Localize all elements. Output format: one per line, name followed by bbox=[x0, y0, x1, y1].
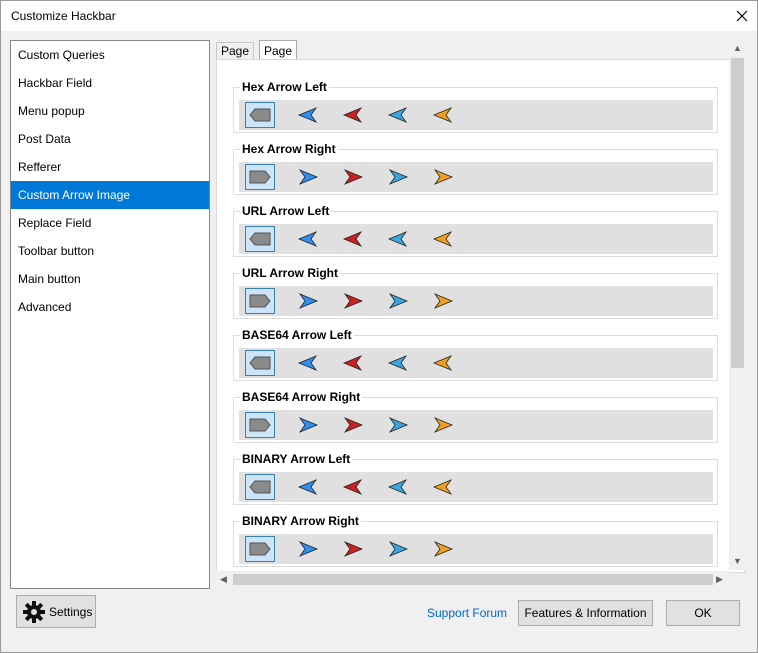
blue-arrow-left-option[interactable] bbox=[294, 103, 322, 127]
cyan-arrow-left-option[interactable] bbox=[384, 351, 412, 375]
sidebar-item-hackbar-field[interactable]: Hackbar Field bbox=[11, 69, 209, 97]
cyan-arrow-right-option[interactable] bbox=[384, 413, 412, 437]
gray-hex-arrow-right-option[interactable] bbox=[245, 164, 275, 190]
cyan-arrow-left-option[interactable] bbox=[384, 103, 412, 127]
gray-hex-arrow-right-option[interactable] bbox=[245, 288, 275, 314]
arrow-option-strip bbox=[239, 410, 713, 440]
blue-arrow-left-option[interactable] bbox=[294, 475, 322, 499]
arrow-image-panel: Hex Arrow Left Hex Arrow Right URL Arrow L… bbox=[216, 59, 745, 573]
arrow-group-url-arrow-right: URL Arrow Right bbox=[233, 266, 718, 319]
orange-arrow-left-option[interactable] bbox=[429, 351, 457, 375]
arrow-group-url-arrow-left: URL Arrow Left bbox=[233, 204, 718, 257]
vertical-scroll-thumb[interactable] bbox=[731, 58, 744, 368]
cyan-arrow-left-option[interactable] bbox=[384, 475, 412, 499]
red-arrow-left-option[interactable] bbox=[339, 227, 367, 251]
tab-page-2[interactable]: Page 2 bbox=[259, 40, 298, 78]
orange-arrow-left-option[interactable] bbox=[429, 227, 457, 251]
blue-arrow-left-option[interactable] bbox=[294, 227, 322, 251]
scroll-left-icon[interactable]: ◀ bbox=[220, 574, 227, 585]
support-forum-link[interactable]: Support Forum bbox=[427, 606, 507, 620]
gray-hex-arrow-right-option[interactable] bbox=[245, 536, 275, 562]
orange-arrow-left-option[interactable] bbox=[429, 103, 457, 127]
gray-hex-arrow-right-option[interactable] bbox=[245, 412, 275, 438]
orange-arrow-right-option[interactable] bbox=[429, 289, 457, 313]
close-icon bbox=[736, 10, 748, 22]
group-label: Hex Arrow Left bbox=[240, 80, 329, 94]
arrow-option-strip bbox=[239, 100, 713, 130]
blue-arrow-right-option[interactable] bbox=[294, 289, 322, 313]
red-arrow-left-option[interactable] bbox=[339, 351, 367, 375]
red-arrow-right-option[interactable] bbox=[339, 537, 367, 561]
arrow-option-strip bbox=[239, 162, 713, 192]
ok-button[interactable]: OK bbox=[666, 600, 740, 626]
sidebar-item-replace-field[interactable]: Replace Field bbox=[11, 209, 209, 237]
red-arrow-right-option[interactable] bbox=[339, 289, 367, 313]
sidebar-item-advanced[interactable]: Advanced bbox=[11, 293, 209, 321]
sidebar-item-refferer[interactable]: Refferer bbox=[11, 153, 209, 181]
group-label: BINARY Arrow Right bbox=[240, 514, 361, 528]
orange-arrow-left-option[interactable] bbox=[429, 475, 457, 499]
gray-hex-arrow-left-option[interactable] bbox=[245, 226, 275, 252]
gray-hex-arrow-left-option[interactable] bbox=[245, 474, 275, 500]
sidebar-item-custom-queries[interactable]: Custom Queries bbox=[11, 41, 209, 69]
sidebar-item-custom-arrow-image[interactable]: Custom Arrow Image bbox=[11, 181, 209, 209]
group-label: BASE64 Arrow Right bbox=[240, 390, 363, 404]
arrow-group-hex-arrow-left: Hex Arrow Left bbox=[233, 80, 718, 133]
arrow-option-strip bbox=[239, 224, 713, 254]
red-arrow-right-option[interactable] bbox=[339, 165, 367, 189]
arrow-option-strip bbox=[239, 348, 713, 378]
category-list: Custom Queries Hackbar Field Menu popup Pos… bbox=[10, 40, 210, 589]
sidebar-item-post-data[interactable]: Post Data bbox=[11, 125, 209, 153]
gear-icon bbox=[23, 601, 45, 623]
cyan-arrow-right-option[interactable] bbox=[384, 165, 412, 189]
features-information-button[interactable]: Features & Information bbox=[518, 600, 653, 626]
cyan-arrow-left-option[interactable] bbox=[384, 227, 412, 251]
settings-label: Settings bbox=[49, 605, 93, 619]
arrow-group-binary-arrow-left: BINARY Arrow Left bbox=[233, 452, 718, 505]
blue-arrow-right-option[interactable] bbox=[294, 165, 322, 189]
scroll-right-icon[interactable]: ▶ bbox=[716, 574, 723, 585]
group-label: Hex Arrow Right bbox=[240, 142, 338, 156]
tab-page-1[interactable]: Page 1 bbox=[216, 42, 255, 75]
blue-arrow-right-option[interactable] bbox=[294, 537, 322, 561]
horizontal-scrollbar[interactable]: ◀ ▶ bbox=[216, 571, 729, 588]
orange-arrow-right-option[interactable] bbox=[429, 165, 457, 189]
group-label: URL Arrow Right bbox=[240, 266, 340, 280]
red-arrow-left-option[interactable] bbox=[339, 475, 367, 499]
cyan-arrow-right-option[interactable] bbox=[384, 537, 412, 561]
window-title: Customize Hackbar bbox=[11, 9, 116, 23]
group-label: BINARY Arrow Left bbox=[240, 452, 353, 466]
blue-arrow-left-option[interactable] bbox=[294, 351, 322, 375]
close-button[interactable] bbox=[727, 1, 757, 31]
red-arrow-right-option[interactable] bbox=[339, 413, 367, 437]
gray-hex-arrow-left-option[interactable] bbox=[245, 102, 275, 128]
sidebar-item-menu-popup[interactable]: Menu popup bbox=[11, 97, 209, 125]
gray-hex-arrow-left-option[interactable] bbox=[245, 350, 275, 376]
arrow-option-strip bbox=[239, 286, 713, 316]
orange-arrow-right-option[interactable] bbox=[429, 413, 457, 437]
arrow-group-base64-arrow-left: BASE64 Arrow Left bbox=[233, 328, 718, 381]
horizontal-scroll-thumb[interactable] bbox=[233, 574, 713, 585]
group-label: BASE64 Arrow Left bbox=[240, 328, 354, 342]
title-bar: Customize Hackbar bbox=[1, 1, 757, 31]
cyan-arrow-right-option[interactable] bbox=[384, 289, 412, 313]
settings-button[interactable]: Settings bbox=[16, 595, 96, 628]
vertical-scrollbar[interactable]: ▲ ▼ bbox=[729, 40, 746, 570]
sidebar-item-main-button[interactable]: Main button bbox=[11, 265, 209, 293]
sidebar-item-toolbar-button[interactable]: Toolbar button bbox=[11, 237, 209, 265]
scroll-down-icon[interactable]: ▼ bbox=[733, 556, 742, 566]
group-label: URL Arrow Left bbox=[240, 204, 332, 218]
arrow-option-strip bbox=[239, 534, 713, 564]
orange-arrow-right-option[interactable] bbox=[429, 537, 457, 561]
arrow-group-base64-arrow-right: BASE64 Arrow Right bbox=[233, 390, 718, 443]
arrow-group-binary-arrow-right: BINARY Arrow Right bbox=[233, 514, 718, 567]
arrow-option-strip bbox=[239, 472, 713, 502]
arrow-group-hex-arrow-right: Hex Arrow Right bbox=[233, 142, 718, 195]
blue-arrow-right-option[interactable] bbox=[294, 413, 322, 437]
scroll-up-icon[interactable]: ▲ bbox=[733, 43, 742, 53]
red-arrow-left-option[interactable] bbox=[339, 103, 367, 127]
